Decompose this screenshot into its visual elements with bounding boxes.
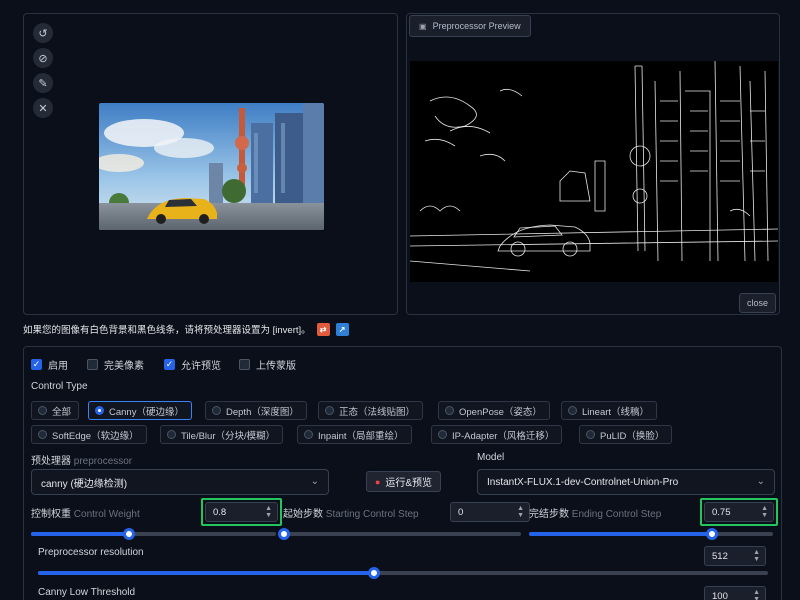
checkbox-unchecked-icon — [239, 359, 250, 370]
notice-text: 如果您的图像有白色背景和黑色线条，请将预处理器设置为 [invert]。 — [23, 325, 311, 336]
uploaded-image — [99, 103, 324, 230]
checkbox-unchecked-icon — [87, 359, 98, 370]
close-icon[interactable]: ✕ — [33, 98, 53, 118]
control-type-depth[interactable]: Depth（深度图） — [205, 401, 307, 420]
control-type-normal[interactable]: 正态（法线贴图） — [318, 401, 424, 420]
control-type-lineart[interactable]: Lineart（线稿） — [561, 401, 658, 420]
checkbox-checked-icon: ✓ — [31, 359, 42, 370]
allow-preview-checkbox[interactable]: ✓ 允许预览 — [164, 357, 221, 372]
preprocessor-select[interactable]: canny (硬边缘检测) ⌄ — [31, 469, 329, 495]
start-step-slider[interactable] — [278, 528, 521, 540]
canny-low-input[interactable]: 100 ▲ ▼ — [704, 586, 766, 600]
start-step-label: 起始步数 Starting Control Step — [283, 509, 419, 520]
control-type-canny[interactable]: Canny（硬边缘） — [88, 401, 192, 420]
image-upload-panel: ↺ ⊘ ✎ ✕ — [23, 13, 398, 315]
control-type-softedge[interactable]: SoftEdge（软边缘） — [31, 425, 147, 444]
brush-icon[interactable]: ✎ — [33, 73, 53, 93]
stepper-icon[interactable]: ▲ ▼ — [753, 589, 760, 600]
highlight-box — [201, 498, 282, 526]
eraser-icon[interactable]: ⊘ — [33, 48, 53, 68]
resolution-label: Preprocessor resolution — [38, 547, 144, 558]
slider-thumb[interactable] — [706, 528, 718, 540]
preview-tab: ▣ Preprocessor Preview — [409, 15, 531, 37]
control-type-label: Control Type — [31, 381, 88, 392]
invert-notice: 如果您的图像有白色背景和黑色线条，请将预处理器设置为 [invert]。 ⇄ ↗ — [23, 322, 349, 336]
end-step-slider[interactable] — [529, 528, 773, 540]
control-type-openpose[interactable]: OpenPose（姿态） — [438, 401, 550, 420]
preprocessor-preview-panel: ▣ Preprocessor Preview close — [406, 13, 780, 315]
stepper-icon[interactable]: ▲ ▼ — [517, 505, 524, 519]
swap-icon[interactable]: ⇄ — [316, 322, 330, 336]
model-label: Model — [477, 452, 505, 463]
control-type-tile-blur[interactable]: Tile/Blur（分块/模糊） — [160, 425, 284, 444]
checkbox-checked-icon: ✓ — [164, 359, 175, 370]
stepper-icon[interactable]: ▲ ▼ — [753, 549, 760, 563]
resize-icon[interactable]: ↗ — [335, 322, 349, 336]
canny-edge-image — [410, 61, 778, 282]
control-weight-slider[interactable] — [31, 528, 276, 540]
chevron-down-icon: ⌄ — [310, 476, 319, 487]
resolution-input[interactable]: 512 ▲ ▼ — [704, 546, 766, 566]
preview-title: Preprocessor Preview — [432, 21, 521, 31]
control-type-pulid[interactable]: PuLID（换脸） — [579, 425, 673, 444]
preprocessor-label: 预处理器 preprocessor — [31, 456, 133, 467]
control-type-all[interactable]: 全部 — [31, 401, 80, 420]
start-step-input[interactable]: 0 ▲ ▼ — [450, 502, 530, 522]
controlnet-settings: ✓ 启用 完美像素 ✓ 允许预览 上传蒙版 Control Type 全部 Ca… — [23, 346, 782, 600]
resolution-slider[interactable] — [38, 567, 768, 579]
close-preview-button[interactable]: close — [738, 293, 776, 313]
image-icon: ▣ — [419, 21, 427, 31]
model-select[interactable]: InstantX-FLUX.1-dev-Controlnet-Union-Pro… — [477, 469, 775, 495]
fire-icon: ● — [374, 476, 381, 487]
undo-icon[interactable]: ↺ — [33, 23, 53, 43]
slider-thumb[interactable] — [123, 528, 135, 540]
chevron-down-icon: ⌄ — [756, 476, 765, 487]
highlight-box — [700, 498, 778, 526]
enable-checkbox[interactable]: ✓ 启用 — [31, 357, 68, 372]
control-type-ip-adapter[interactable]: IP-Adapter（风格迁移） — [431, 425, 563, 444]
canny-low-label: Canny Low Threshold — [38, 587, 136, 598]
end-step-label: 完结步数 Ending Control Step — [529, 509, 662, 520]
control-weight-label: 控制权重 Control Weight — [31, 509, 140, 520]
upload-mask-checkbox[interactable]: 上传蒙版 — [239, 357, 296, 372]
run-preview-button[interactable]: ● 运行&预览 — [366, 471, 441, 492]
slider-thumb[interactable] — [278, 528, 290, 540]
slider-thumb[interactable] — [367, 567, 380, 579]
control-type-inpaint[interactable]: Inpaint（局部重绘） — [297, 425, 412, 444]
pixel-perfect-checkbox[interactable]: 完美像素 — [87, 357, 144, 372]
